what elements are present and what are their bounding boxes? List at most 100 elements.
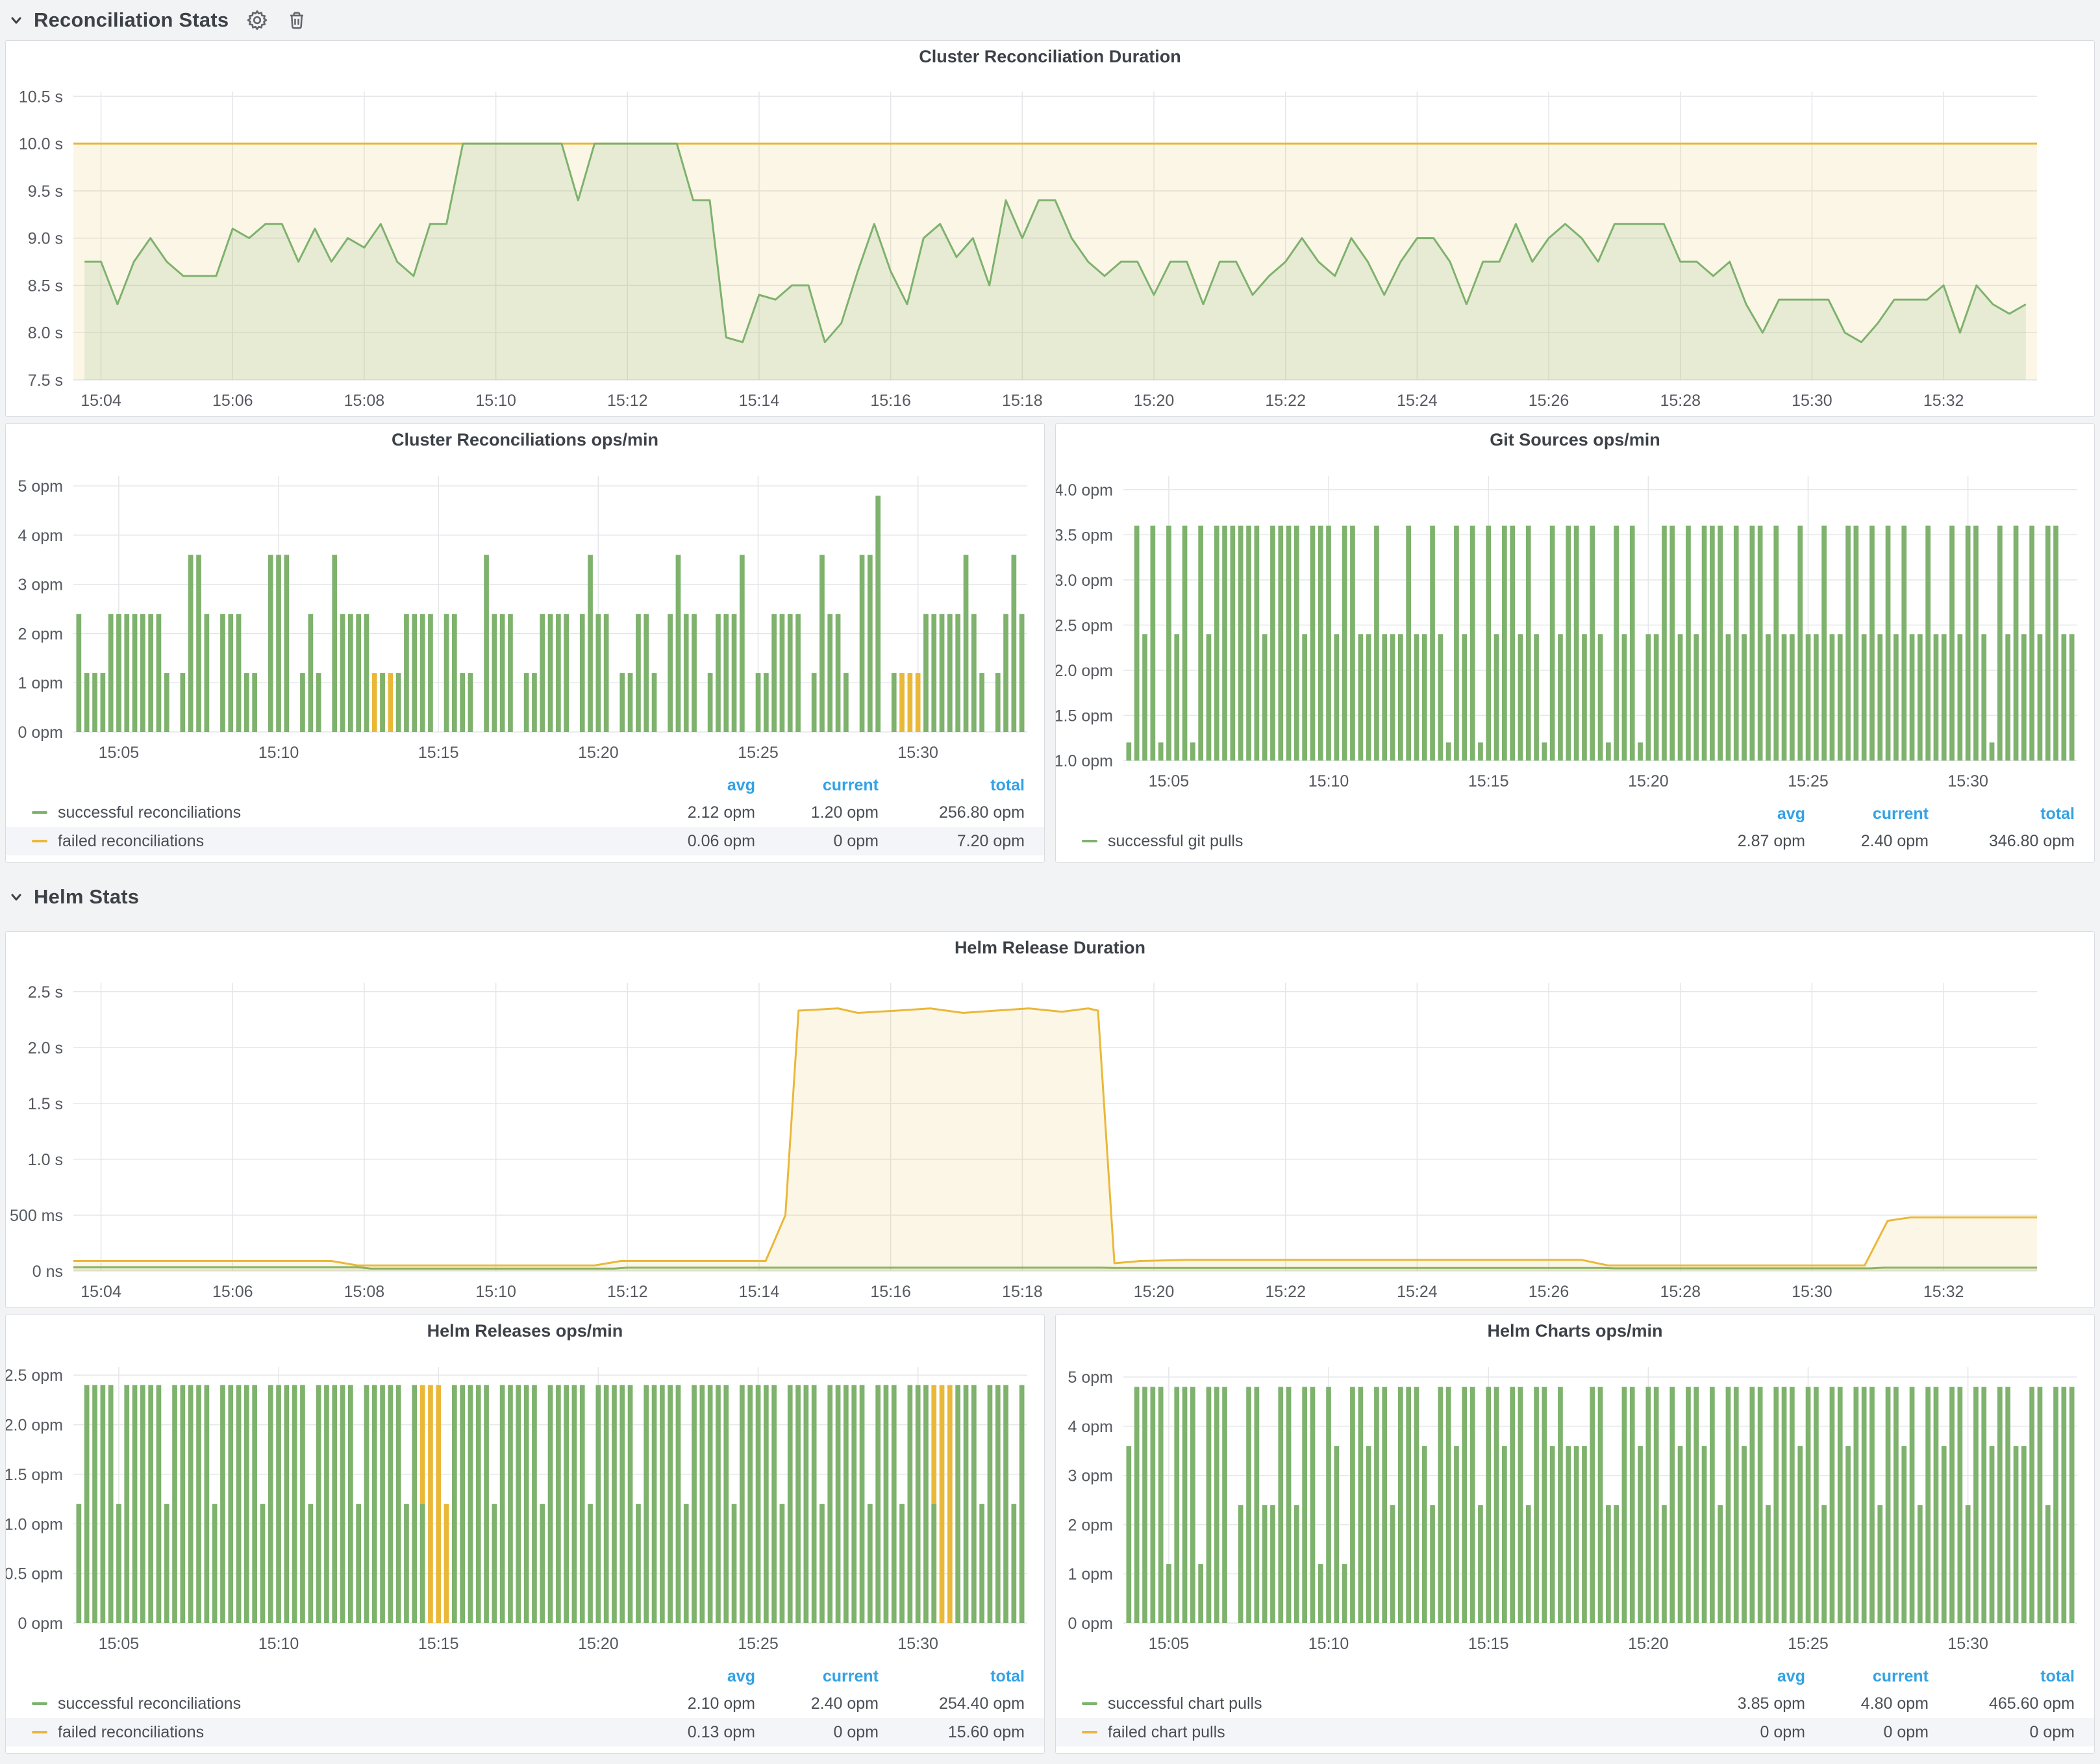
legend-row[interactable]: successful chart pulls3.85 opm4.80 opm46… (1056, 1689, 2094, 1718)
svg-text:15:14: 15:14 (739, 392, 780, 410)
legend-value: 0.06 opm (632, 832, 755, 851)
svg-text:15:05: 15:05 (99, 1635, 140, 1653)
legend-value: 2.40 opm (755, 1695, 879, 1713)
svg-text:2.5 s: 2.5 s (28, 983, 63, 1002)
legend-row[interactable]: failed chart pulls0 opm0 opm0 opm (1056, 1718, 2094, 1746)
svg-text:15:16: 15:16 (870, 1283, 911, 1301)
svg-text:15:20: 15:20 (1134, 392, 1175, 410)
legend-col-current[interactable]: current (1805, 805, 1929, 824)
svg-text:15:15: 15:15 (1468, 1635, 1509, 1653)
panel-title: Helm Releases ops/min (6, 1315, 1044, 1346)
series-swatch (1082, 840, 1097, 842)
section-title: Helm Stats (34, 885, 139, 909)
panel-cluster-reconciliations-opm: Cluster Reconciliations ops/min 0 opm1 o… (5, 423, 1045, 863)
svg-text:9.0 s: 9.0 s (28, 230, 63, 248)
legend-value: 0 opm (755, 1723, 879, 1742)
legend-col-current[interactable]: current (755, 776, 879, 795)
svg-text:15:24: 15:24 (1397, 1283, 1438, 1301)
svg-text:15:24: 15:24 (1397, 392, 1438, 410)
git-sources-opm-chart[interactable]: 1.0 opm1.5 opm2.0 opm2.5 opm3.0 opm3.5 o… (1056, 455, 2094, 800)
legend-col-total[interactable]: total (1929, 805, 2075, 824)
svg-text:15:26: 15:26 (1529, 392, 1569, 410)
panel-title: Helm Charts ops/min (1056, 1315, 2094, 1346)
svg-text:15:26: 15:26 (1529, 1283, 1569, 1301)
svg-text:8.0 s: 8.0 s (28, 324, 63, 342)
series-swatch (1082, 1731, 1097, 1733)
trash-icon[interactable] (286, 9, 308, 31)
svg-text:8.5 s: 8.5 s (28, 277, 63, 295)
legend-col-total[interactable]: total (1929, 1667, 2075, 1686)
series-label[interactable]: successful reconciliations (58, 1695, 241, 1713)
svg-text:3.0 opm: 3.0 opm (1056, 572, 1113, 590)
svg-text:15:10: 15:10 (258, 744, 299, 762)
panel-cluster-reconciliation-duration: Cluster Reconciliation Duration 7.5 s8.0… (5, 40, 2095, 417)
legend-row[interactable]: successful reconciliations2.10 opm2.40 o… (6, 1689, 1044, 1718)
svg-text:7.5 s: 7.5 s (28, 372, 63, 390)
legend-row[interactable]: failed reconciliations0.06 opm0 opm7.20 … (6, 827, 1044, 855)
helm-release-duration-chart[interactable]: 0 ns500 ms1.0 s1.5 s2.0 s2.5 s15:0415:06… (6, 963, 2094, 1307)
legend-col-total[interactable]: total (879, 1667, 1025, 1686)
legend-value: 0 opm (1682, 1723, 1805, 1742)
svg-text:15:20: 15:20 (578, 1635, 619, 1653)
svg-text:15:16: 15:16 (870, 392, 911, 410)
svg-text:10.5 s: 10.5 s (19, 88, 63, 106)
legend-value: 346.80 opm (1929, 832, 2075, 851)
cluster-reconciliation-duration-chart[interactable]: 7.5 s8.0 s8.5 s9.0 s9.5 s10.0 s10.5 s15:… (6, 72, 2094, 416)
svg-text:15:10: 15:10 (475, 1283, 516, 1301)
helm-charts-opm-chart[interactable]: 0 opm1 opm2 opm3 opm4 opm5 opm15:0515:10… (1056, 1346, 2094, 1662)
legend-value: 256.80 opm (879, 803, 1025, 822)
svg-text:15:05: 15:05 (99, 744, 140, 762)
svg-text:2 opm: 2 opm (1068, 1516, 1113, 1534)
helm-releases-opm-chart[interactable]: 0 opm0.5 opm1.0 opm1.5 opm2.0 opm2.5 opm… (6, 1346, 1044, 1662)
svg-text:15:04: 15:04 (81, 392, 121, 410)
legend-col-avg[interactable]: avg (1682, 805, 1805, 824)
panel-helm-charts-opm: Helm Charts ops/min 0 opm1 opm2 opm3 opm… (1055, 1315, 2095, 1754)
gear-icon[interactable] (245, 8, 269, 32)
svg-text:15:32: 15:32 (1923, 392, 1964, 410)
series-swatch (32, 840, 47, 842)
svg-text:5 opm: 5 opm (18, 477, 63, 496)
legend-row[interactable]: successful git pulls2.87 opm2.40 opm346.… (1056, 827, 2094, 855)
series-label[interactable]: failed reconciliations (58, 1723, 204, 1742)
svg-text:1.5 opm: 1.5 opm (1056, 707, 1113, 725)
svg-text:15:30: 15:30 (1947, 772, 1988, 790)
svg-text:1.5 opm: 1.5 opm (6, 1466, 63, 1484)
legend-col-avg[interactable]: avg (1682, 1667, 1805, 1686)
legend-row[interactable]: successful reconciliations2.12 opm1.20 o… (6, 798, 1044, 827)
svg-text:15:15: 15:15 (1468, 772, 1509, 790)
svg-text:15:18: 15:18 (1002, 392, 1043, 410)
legend-col-current[interactable]: current (755, 1667, 879, 1686)
legend-value: 465.60 opm (1929, 1695, 2075, 1713)
svg-text:15:10: 15:10 (1308, 772, 1349, 790)
legend-value: 254.40 opm (879, 1695, 1025, 1713)
svg-text:15:30: 15:30 (897, 1635, 938, 1653)
svg-text:15:05: 15:05 (1149, 772, 1190, 790)
svg-text:15:30: 15:30 (1792, 392, 1832, 410)
series-label[interactable]: failed chart pulls (1108, 1723, 1225, 1742)
svg-text:15:10: 15:10 (258, 1635, 299, 1653)
legend-row[interactable]: failed reconciliations0.13 opm0 opm15.60… (6, 1718, 1044, 1746)
series-label[interactable]: successful git pulls (1108, 832, 1243, 851)
svg-text:15:06: 15:06 (212, 1283, 253, 1301)
legend-col-avg[interactable]: avg (632, 776, 755, 795)
series-swatch (32, 1702, 47, 1705)
series-label[interactable]: successful chart pulls (1108, 1695, 1262, 1713)
section-header-reconciliation-stats[interactable]: Reconciliation Stats (5, 0, 2095, 40)
legend-col-current[interactable]: current (1805, 1667, 1929, 1686)
series-label[interactable]: successful reconciliations (58, 803, 241, 822)
section-header-helm-stats[interactable]: Helm Stats (5, 863, 2095, 931)
svg-text:2.5 opm: 2.5 opm (6, 1367, 63, 1385)
cluster-reconciliations-opm-chart[interactable]: 0 opm1 opm2 opm3 opm4 opm5 opm15:0515:10… (6, 455, 1044, 771)
legend-value: 2.12 opm (632, 803, 755, 822)
svg-text:15:08: 15:08 (344, 1283, 385, 1301)
svg-text:2.0 opm: 2.0 opm (6, 1417, 63, 1435)
svg-text:4.0 opm: 4.0 opm (1056, 481, 1113, 499)
panel-title: Helm Release Duration (6, 932, 2094, 963)
legend-col-total[interactable]: total (879, 776, 1025, 795)
legend-col-avg[interactable]: avg (632, 1667, 755, 1686)
panel-git-sources-opm: Git Sources ops/min 1.0 opm1.5 opm2.0 op… (1055, 423, 2095, 863)
svg-text:15:28: 15:28 (1660, 1283, 1701, 1301)
svg-text:4 opm: 4 opm (18, 527, 63, 545)
series-label[interactable]: failed reconciliations (58, 832, 204, 851)
legend-value: 0 opm (1929, 1723, 2075, 1742)
